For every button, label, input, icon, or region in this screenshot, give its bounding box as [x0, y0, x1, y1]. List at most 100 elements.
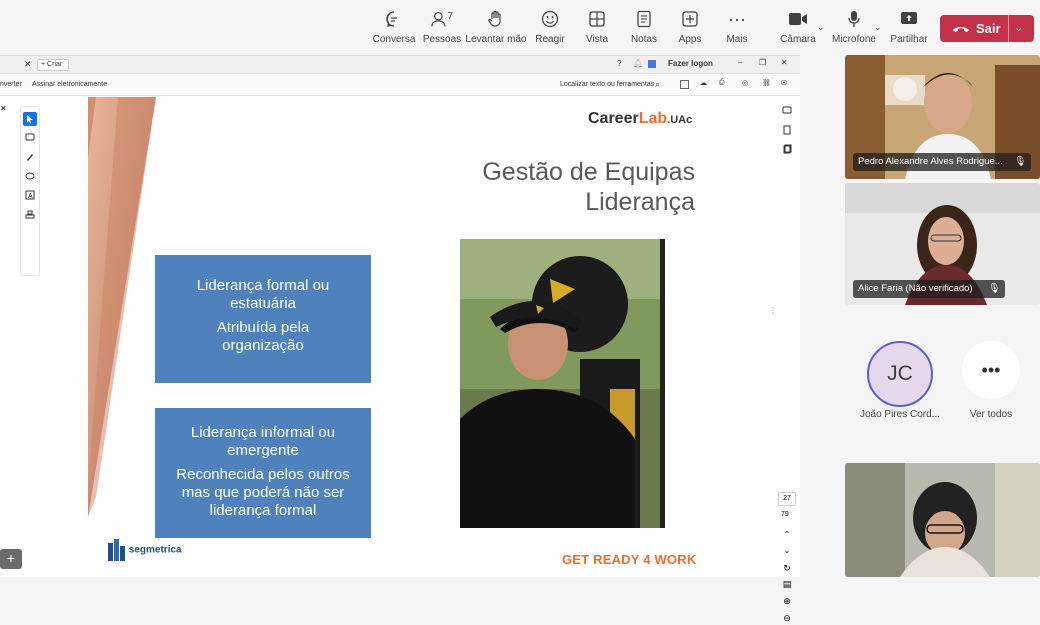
coach-photo — [460, 239, 665, 528]
microphone-label: Microfone — [832, 34, 876, 45]
rotate-icon[interactable]: ↻ — [780, 561, 794, 575]
convert-tool[interactable]: nverter — [0, 81, 22, 88]
camera-icon — [787, 8, 809, 30]
participant-avatar-jc[interactable]: JC — [867, 341, 933, 407]
segmetrica-logo: segmetrica — [106, 539, 182, 561]
ai-icon[interactable]: ◎ — [742, 79, 748, 87]
participant-tile-4[interactable] — [845, 463, 1040, 577]
sign-tool[interactable]: Assinar eletronicamente — [32, 81, 107, 88]
pdf-tab-bar: ✕ + Criar ? 🔔︎ Fazer logon – ❐ ✕ — [0, 56, 800, 74]
hang-up-icon — [953, 26, 969, 32]
comments-panel-icon[interactable] — [780, 104, 794, 118]
raise-hand-label: Levantar mão — [465, 34, 527, 45]
segmetrica-label: segmetrica — [128, 544, 182, 556]
see-all-label[interactable]: Ver todos — [961, 409, 1021, 420]
participant-name-alice: Alice Faria (Não verificado) 🎙︎ — [853, 280, 1005, 298]
current-page-field[interactable]: 27 — [778, 492, 796, 506]
svg-text:A: A — [28, 193, 33, 200]
restore-icon[interactable]: ❐ — [759, 58, 766, 67]
mail-icon[interactable]: ✉︎ — [781, 79, 787, 87]
formal-leadership-title: Liderança formal ou estatuária — [196, 277, 330, 312]
bookmark-panel-icon[interactable] — [780, 123, 794, 137]
mic-icon-pedro: 🎙︎ — [1013, 156, 1026, 167]
more-icon: ··· — [728, 9, 746, 29]
comment-tool-icon[interactable] — [23, 131, 37, 145]
participant-name-joao: João Pires Cord... — [859, 409, 941, 420]
raise-hand-icon — [485, 8, 507, 30]
search-tools-label[interactable]: Localizar texto ou ferramentas — [560, 81, 654, 88]
presentation-slide: CareerLab.UAc Gestão de Equipas Lideranç… — [88, 97, 720, 574]
highlight-tool-icon[interactable] — [23, 150, 37, 164]
save-icon[interactable] — [680, 80, 689, 89]
see-all-participants-button[interactable]: ••• — [962, 341, 1020, 399]
share-button[interactable]: Partilhar — [881, 8, 937, 45]
people-count-badge: 7 — [447, 10, 453, 22]
pages-panel-icon[interactable] — [780, 142, 794, 156]
more-button[interactable]: ··· Mais — [709, 8, 765, 45]
sign-in-link[interactable]: Fazer logon — [668, 59, 713, 68]
slide-footer-slogan: GET READY 4 WORK — [562, 552, 697, 567]
formal-leadership-desc: Atribuída pela organização — [216, 319, 310, 354]
more-label: Mais — [726, 34, 748, 45]
camera-label: Câmara — [780, 34, 816, 45]
pdf-right-toolbar: ⋮ 27 79 ⌃ ⌄ ↻ ▤ ⊕ ⊖ — [769, 96, 798, 623]
minimize-icon[interactable]: – — [738, 58, 742, 67]
view-label: Vista — [585, 34, 609, 45]
link-icon[interactable]: ⛓︎ — [762, 79, 771, 87]
apps-grid-icon[interactable] — [648, 60, 656, 68]
zoom-out-icon[interactable]: ⊖ — [780, 611, 794, 625]
react-label: Reagir — [535, 34, 565, 45]
annotation-toolbar: A — [20, 106, 40, 276]
slide-title-line1: Gestão de Equipas — [482, 158, 695, 186]
slide-title-line2: Liderança — [585, 188, 695, 216]
participant-tile-alice[interactable]: Alice Faria (Não verificado) 🎙︎ — [845, 183, 1040, 305]
microphone-icon — [843, 8, 865, 30]
notes-label: Notas — [630, 34, 658, 45]
segmetrica-building-icon — [108, 539, 125, 561]
panel-resize-handle[interactable]: ⋮ — [769, 306, 777, 315]
people-button[interactable]: 7 Pessoas — [414, 8, 470, 46]
draw-tool-icon[interactable] — [23, 169, 37, 183]
brand-lab: Lab — [638, 110, 668, 127]
share-label: Partilhar — [890, 34, 928, 45]
leave-options-chevron-icon[interactable]: ⌄ — [1014, 21, 1023, 34]
close-tab-icon[interactable]: ✕ — [24, 59, 32, 70]
total-pages-label: 79 — [781, 511, 789, 518]
leave-divider — [1008, 15, 1009, 42]
chat-label: Conversa — [372, 34, 416, 45]
add-button[interactable]: + — [0, 549, 22, 569]
zoom-in-icon[interactable]: ⊕ — [780, 594, 794, 608]
participant-tile-pedro[interactable]: Pedro Alexandre Alves Rodrigue... 🎙︎ — [845, 55, 1040, 179]
people-icon: 7 — [431, 8, 453, 30]
avatar-initials: JC — [887, 362, 913, 385]
upload-icon[interactable]: ☁︎ — [700, 79, 707, 87]
select-tool-icon[interactable] — [23, 112, 37, 126]
mic-icon-alice: 🎙︎ — [987, 283, 1000, 294]
brand-uac: .UAc — [667, 114, 693, 126]
participant-name-pedro-text: Pedro Alexandre Alves Rodrigue... — [858, 156, 1003, 167]
text-tool-icon[interactable]: A — [23, 188, 37, 202]
help-icon[interactable]: ? — [617, 59, 621, 68]
page-fit-icon[interactable]: ▤ — [780, 577, 794, 591]
apps-label: Apps — [678, 34, 702, 45]
notifications-icon[interactable]: 🔔︎ — [633, 59, 643, 68]
brand-career: Career — [588, 110, 639, 127]
participant-name-pedro: Pedro Alexandre Alves Rodrigue... 🎙︎ — [853, 153, 1031, 171]
careerlab-logo: CareerLab.UAc — [588, 110, 692, 128]
participant-video-4 — [845, 463, 1040, 577]
search-icon[interactable]: ⌕ — [655, 79, 660, 90]
close-window-icon[interactable]: ✕ — [781, 58, 788, 67]
formal-leadership-box: Liderança formal ou estatuária Atribuída… — [155, 255, 371, 383]
next-page-icon[interactable]: ⌄ — [780, 543, 794, 557]
camera-options-chevron-icon[interactable]: ⌄ — [817, 22, 825, 33]
slide-title: Gestão de Equipas Liderança — [388, 157, 695, 217]
previous-page-icon[interactable]: ⌃ — [780, 527, 794, 541]
raise-hand-button[interactable]: Levantar mão — [465, 8, 527, 45]
new-tab-button[interactable]: + Criar — [37, 59, 69, 71]
stamp-tool-icon[interactable] — [23, 207, 37, 221]
print-icon[interactable]: ⎙ — [719, 79, 725, 87]
leave-button[interactable]: Sair ⌄ — [940, 15, 1034, 42]
close-panel-icon[interactable]: ✕ — [0, 104, 7, 113]
leave-label: Sair — [976, 21, 1001, 36]
share-icon — [898, 8, 920, 30]
